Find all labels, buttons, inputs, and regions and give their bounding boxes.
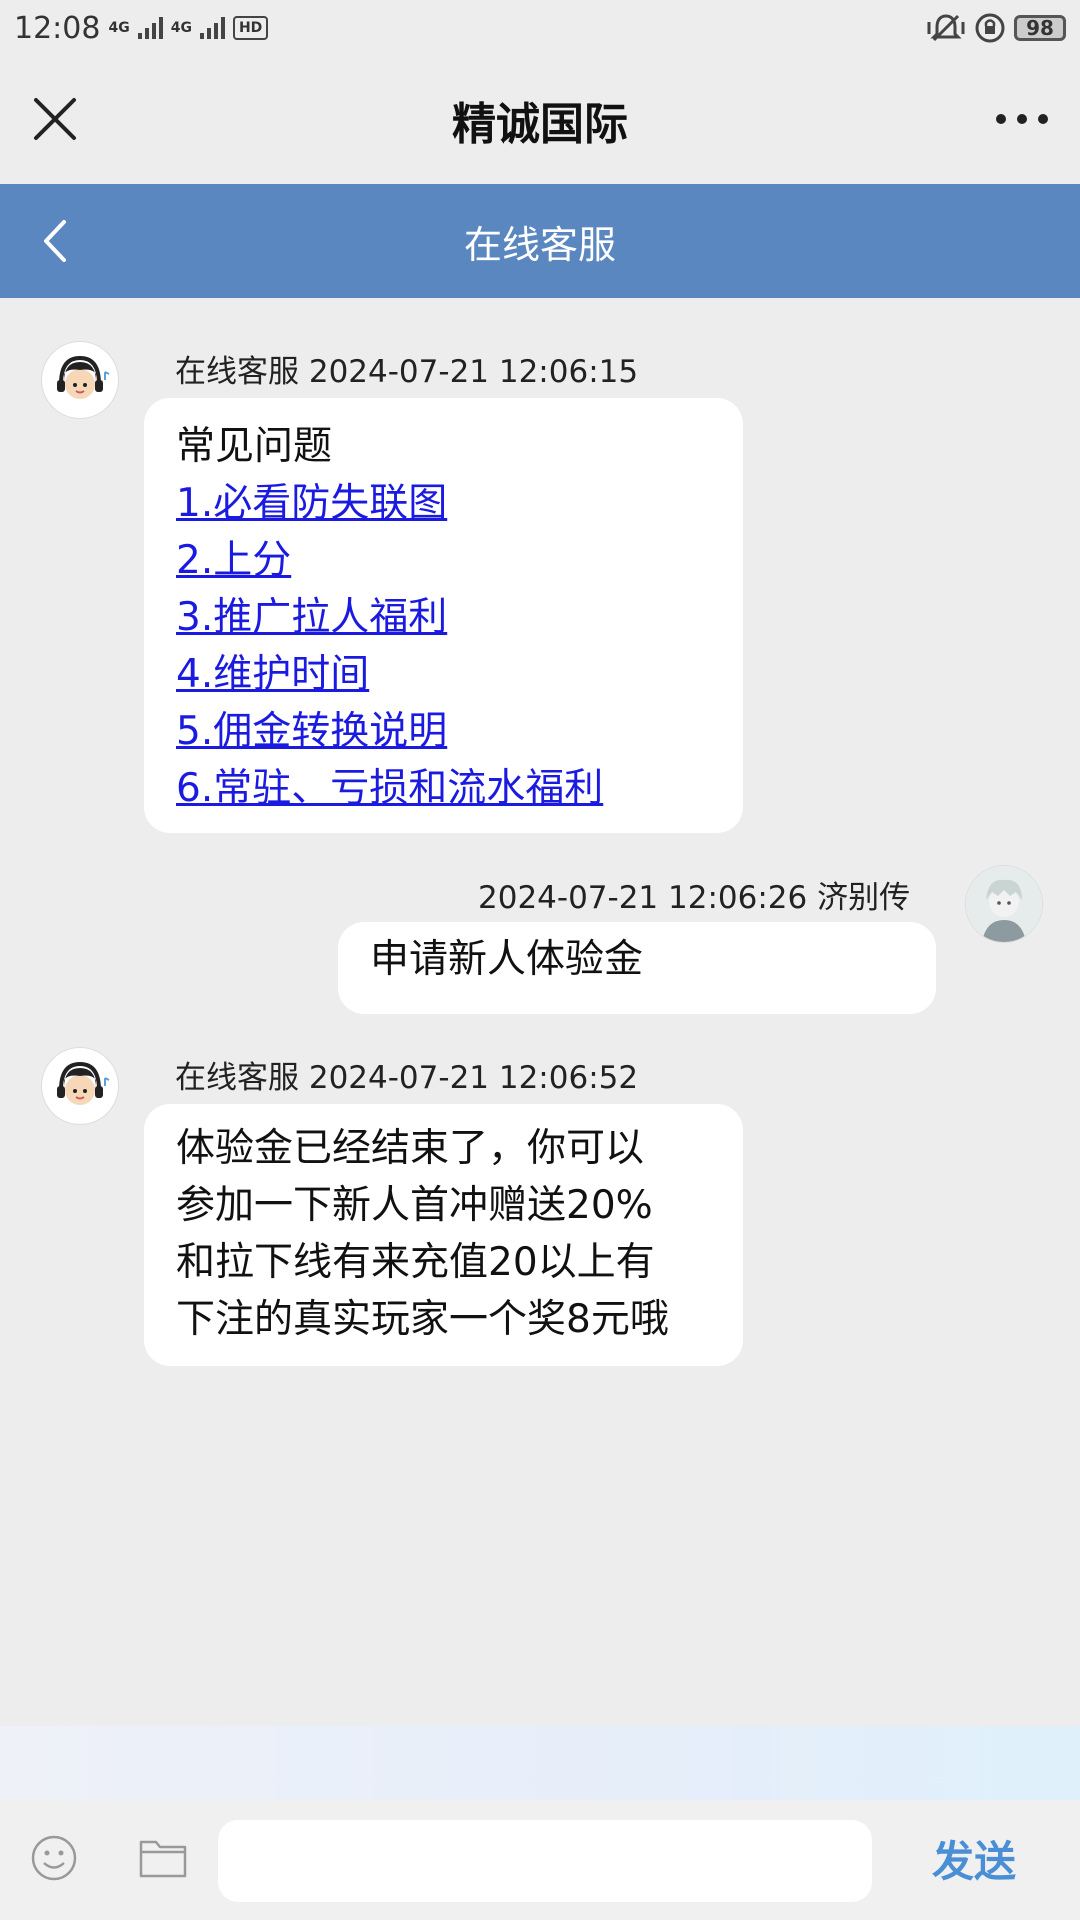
faq-link-6[interactable]: 6.常驻、亏损和流水福利 (176, 766, 603, 811)
headset-agent-icon (57, 355, 110, 399)
user-avatar (966, 866, 1042, 942)
lock-rotation-icon (975, 13, 1005, 43)
faq-link-5[interactable]: 5.佣金转换说明 (176, 709, 447, 754)
battery-icon: 98 (1014, 15, 1066, 41)
title-bar: 精诚国际 (0, 56, 1080, 184)
faq-heading: 常见问题 (176, 424, 333, 469)
agent-avatar (42, 1048, 118, 1124)
network-type-1: 4G (108, 20, 130, 36)
faq-link-4[interactable]: 4.维护时间 (176, 652, 369, 697)
chat-title: 在线客服 (463, 222, 616, 267)
chat-area[interactable]: 在线客服 2024-07-21 12:06:15 常见问题 1.必看防失联图 2… (0, 298, 1080, 1726)
emoji-icon[interactable] (30, 1834, 78, 1882)
status-left: 12:08 4G 4G HD (14, 10, 269, 46)
status-bar: 12:08 4G 4G HD 98 (0, 0, 1080, 56)
reply-line-1: 体验金已经结束了，你可以 (176, 1126, 645, 1171)
faq-link-3[interactable]: 3.推广拉人福利 (176, 595, 447, 640)
input-divider (0, 1726, 1080, 1800)
signal-icon-1 (137, 17, 163, 39)
network-type-2: 4G (170, 20, 192, 36)
faq-bubble: 常见问题 1.必看防失联图 2.上分 3.推广拉人福利 4.维护时间 5.佣金转… (144, 398, 743, 833)
user-message-text: 申请新人体验金 (370, 937, 644, 982)
send-button[interactable]: 发送 (932, 1828, 1016, 1889)
close-icon[interactable] (32, 96, 78, 142)
message-meta: 在线客服 2024-07-21 12:06:15 (175, 354, 639, 390)
reply-line-4: 下注的真实玩家一个奖8元哦 (176, 1297, 669, 1342)
status-time: 12:08 (14, 10, 101, 46)
reply-line-3: 和拉下线有来充值20以上有 (176, 1240, 655, 1285)
more-icon[interactable] (994, 106, 1050, 132)
faq-link-2[interactable]: 2.上分 (176, 538, 291, 583)
chat-header: 在线客服 (0, 184, 1080, 298)
user-avatar-icon (966, 866, 1042, 942)
message-input[interactable] (218, 1820, 872, 1902)
faq-link-1[interactable]: 1.必看防失联图 (176, 481, 447, 526)
agent-avatar (42, 342, 118, 418)
headset-agent-icon (57, 1061, 110, 1105)
input-bar: 发送 (0, 1800, 1080, 1920)
agent-reply-bubble: 体验金已经结束了，你可以 参加一下新人首冲赠送20% 和拉下线有来充值20以上有… (144, 1104, 743, 1366)
user-message-bubble: 申请新人体验金 (338, 922, 936, 1014)
reply-line-2: 参加一下新人首冲赠送20% (176, 1183, 653, 1228)
status-right: 98 (926, 12, 1066, 44)
back-arrow-icon[interactable] (36, 214, 76, 268)
folder-icon[interactable] (138, 1836, 188, 1880)
message-meta: 在线客服 2024-07-21 12:06:52 (175, 1060, 639, 1096)
signal-icon-2 (199, 17, 225, 39)
page-title: 精诚国际 (452, 99, 628, 150)
hd-icon: HD (232, 16, 269, 40)
message-meta: 2024-07-21 12:06:26 济别传 (478, 880, 911, 916)
vibrate-icon (927, 14, 965, 42)
